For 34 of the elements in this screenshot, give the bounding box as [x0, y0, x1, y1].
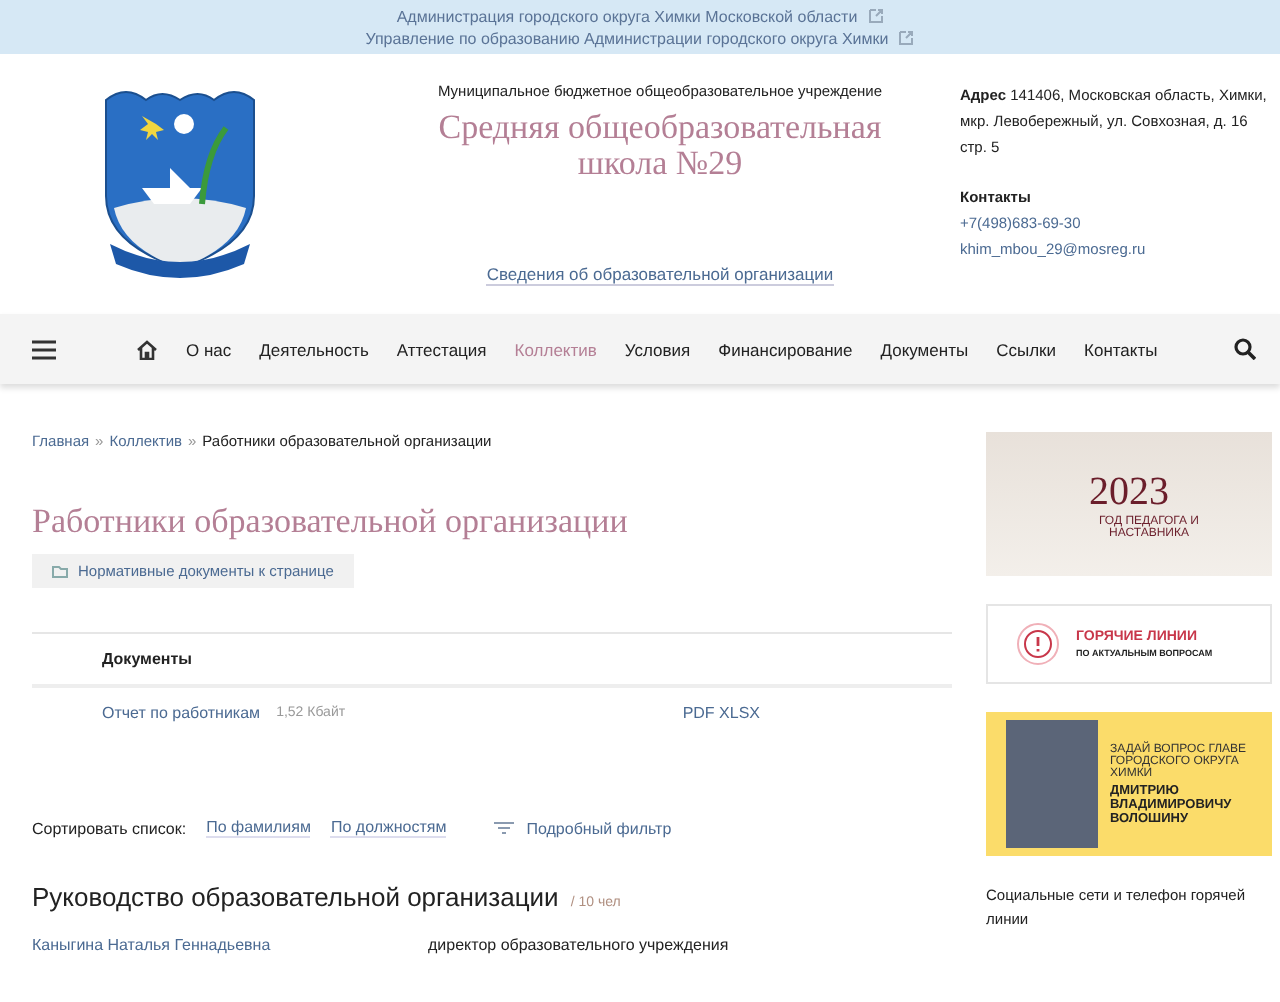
filter-link[interactable]: Подробный фильтр: [494, 819, 672, 837]
year-text: 2023: [1089, 469, 1169, 515]
folder-icon: [52, 565, 68, 577]
external-link-icon: [898, 30, 915, 46]
nav-link[interactable]: О нас: [186, 339, 232, 359]
info-link[interactable]: Сведения об образовательной организации: [486, 264, 834, 286]
nav-link[interactable]: Документы: [880, 339, 969, 359]
column-header: Документы: [32, 634, 952, 688]
nav-link[interactable]: Условия: [624, 339, 691, 359]
menu-icon[interactable]: [32, 339, 56, 359]
nav-link[interactable]: Финансирование: [718, 339, 853, 359]
photo-placeholder: [1006, 720, 1098, 848]
home-icon[interactable]: [136, 339, 158, 359]
top-link[interactable]: Управление по образованию Администрации городского округа Химки: [365, 29, 915, 47]
search-icon[interactable]: [1234, 338, 1256, 360]
document-link[interactable]: Отчет по работникам: [102, 704, 261, 722]
page-title: Работники образовательной организации: [32, 502, 630, 542]
person-link[interactable]: Каныгина Наталья Геннадьевна: [32, 936, 428, 954]
sort-label: Сортировать список:: [32, 819, 187, 837]
section-title: Руководство образовательной организации: [32, 882, 559, 912]
school-title: Средняя общеобразовательная школа №29: [436, 110, 884, 182]
sort-link[interactable]: По должностям: [330, 818, 447, 838]
nav-link[interactable]: Контакты: [1084, 339, 1158, 359]
sort-link[interactable]: По фамилиям: [206, 818, 311, 838]
external-link-icon: [867, 8, 884, 24]
person-position: директор образовательного учреждения: [428, 936, 731, 954]
top-link[interactable]: Администрация городского округа Химки Московской области: [396, 7, 884, 25]
nav-link[interactable]: Аттестация: [396, 339, 487, 359]
alert-icon: [1016, 622, 1060, 666]
nav-link[interactable]: Деятельность: [259, 339, 369, 359]
nav-link[interactable]: Коллектив: [514, 339, 597, 359]
format-links[interactable]: PDF XLSX: [682, 704, 760, 722]
nav-link[interactable]: Ссылки: [996, 339, 1057, 359]
filter-icon: [494, 822, 515, 834]
